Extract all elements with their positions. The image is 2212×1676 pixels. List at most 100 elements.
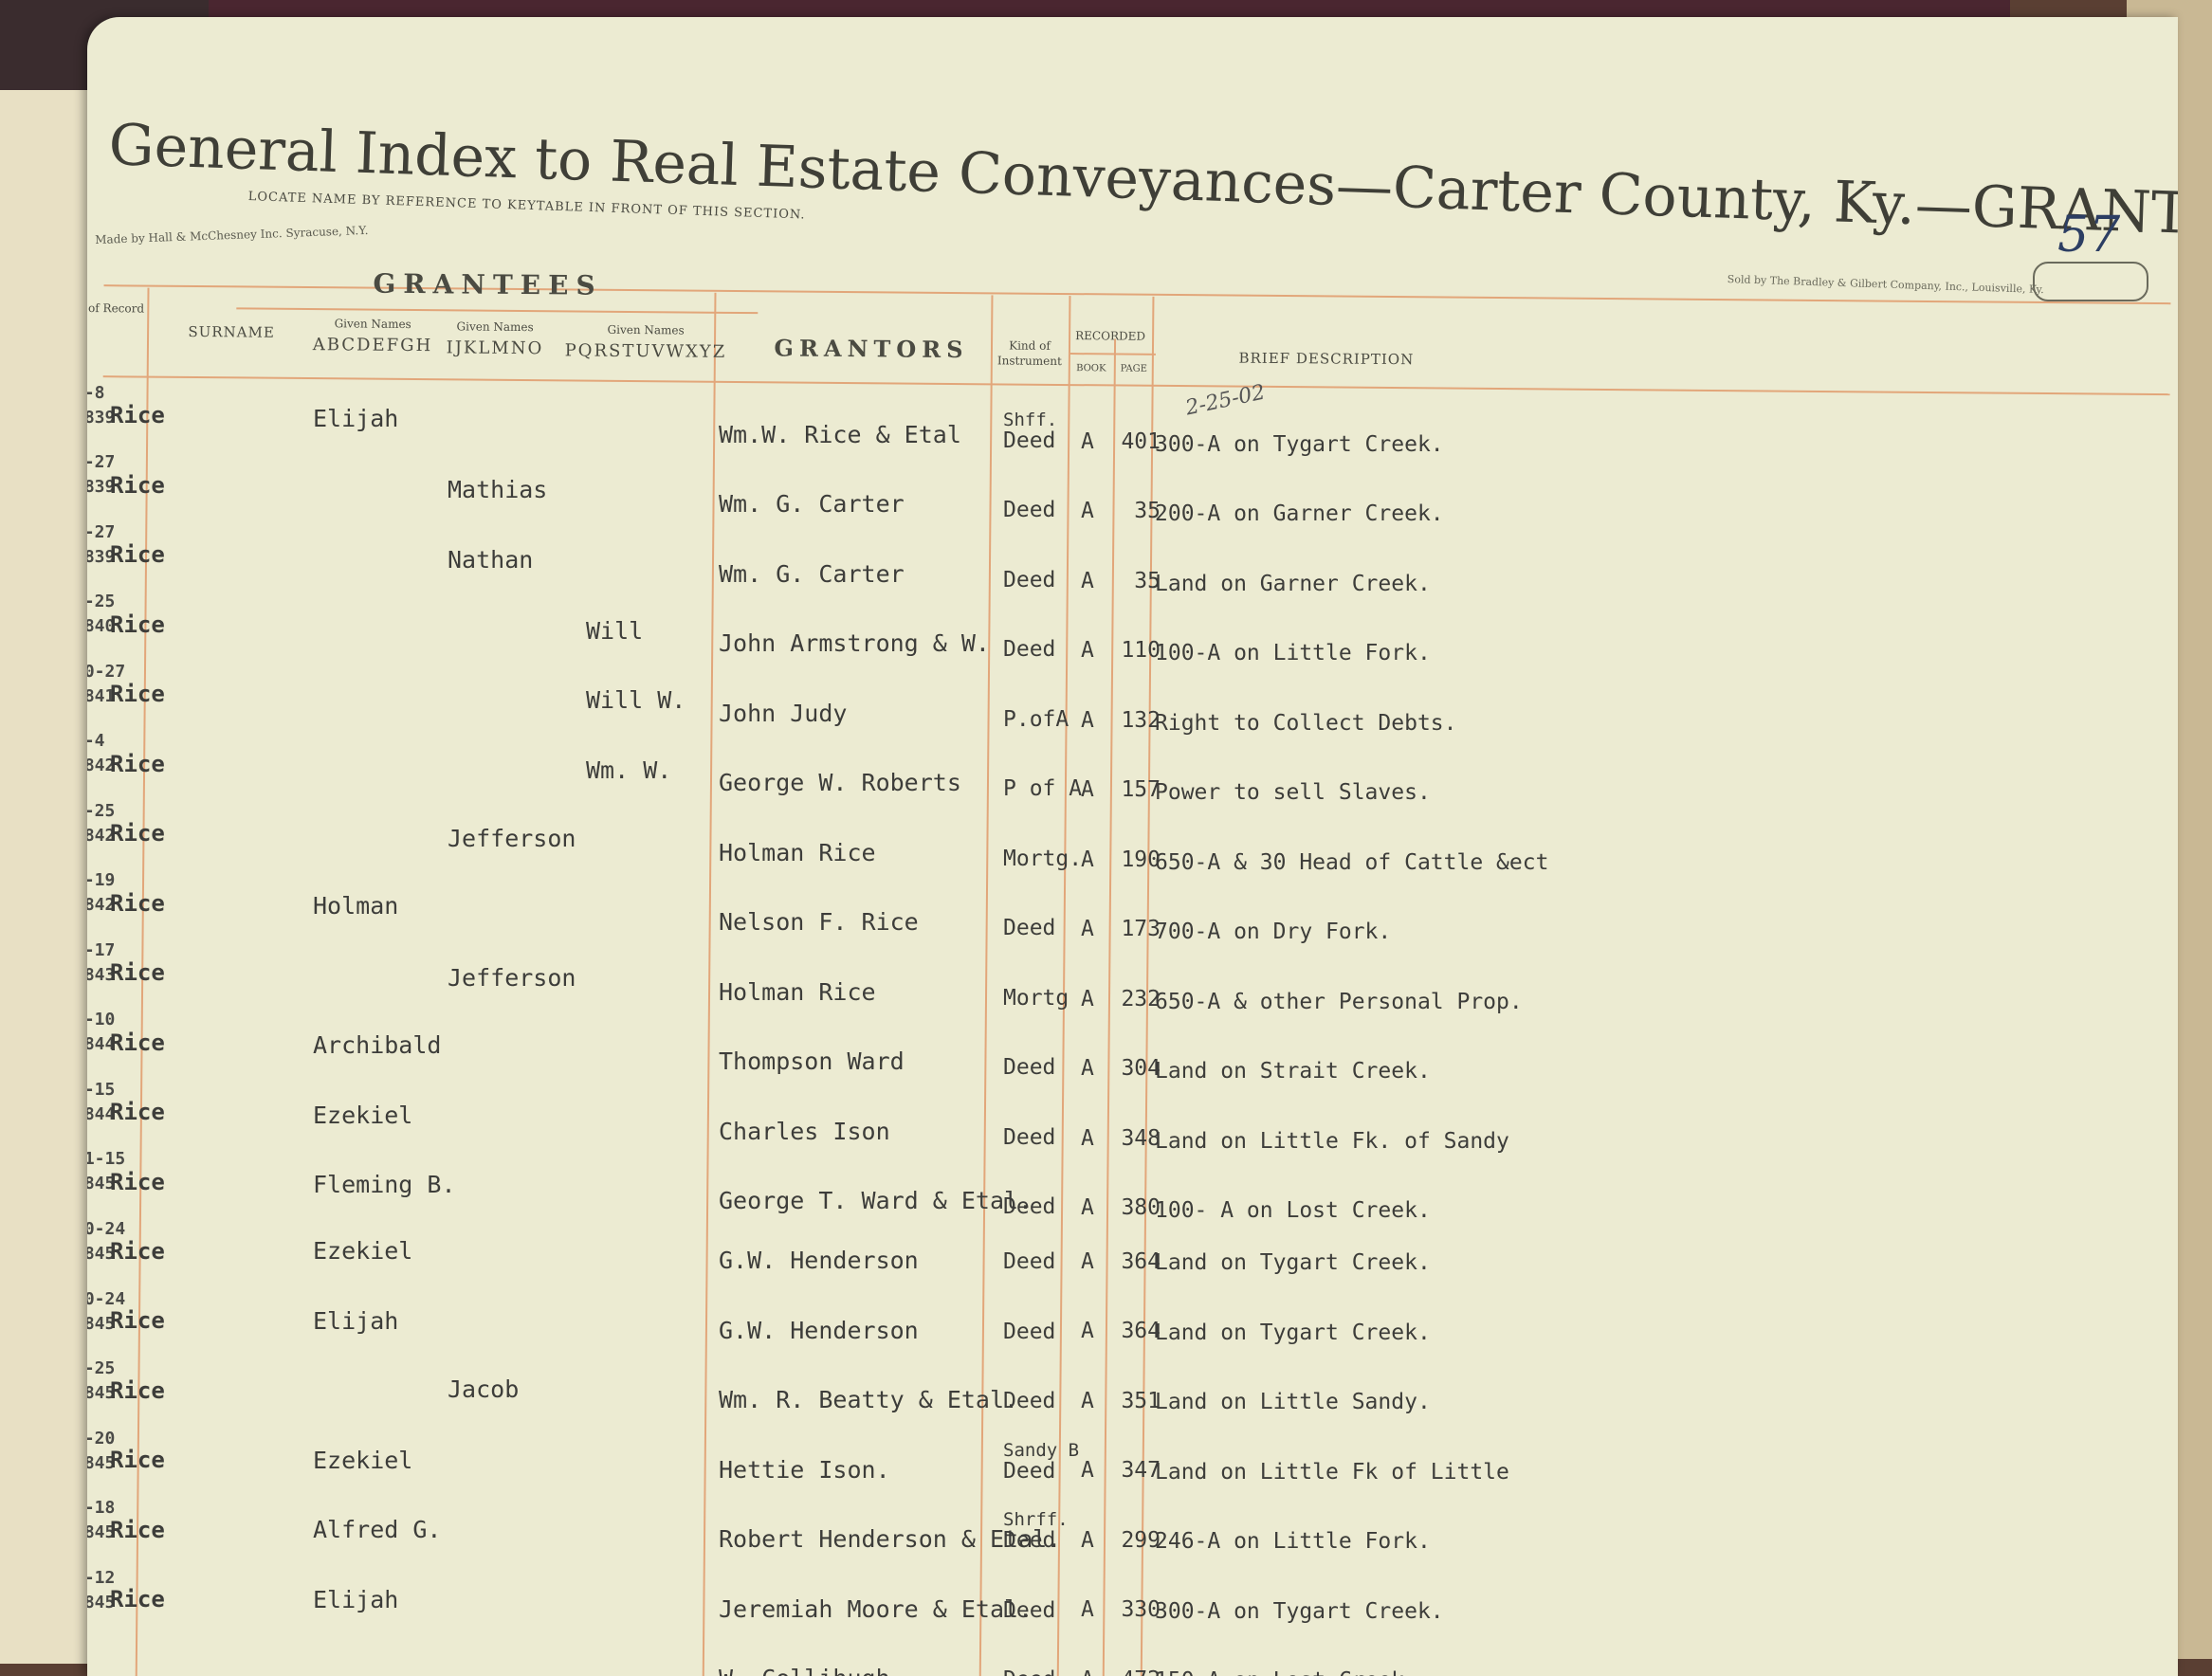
cell-kind: P of A bbox=[1003, 776, 1083, 802]
cell-given-b: Jacob bbox=[448, 1375, 520, 1404]
cell-page: 330 bbox=[1121, 1597, 1161, 1623]
ledger-rows: 4-81839RiceElijahWm.W. Rice & EtalShff.D… bbox=[87, 17, 2178, 1676]
cell-desc: 100-A on Little Fork. bbox=[1155, 641, 1431, 665]
cell-grantor: Wm. R. Beatty & Etal. bbox=[719, 1386, 1019, 1414]
table-row: 9-251845RiceJacobWm. R. Beatty & Etal.De… bbox=[87, 1358, 2178, 1438]
cell-surname: Rice bbox=[110, 1099, 165, 1126]
cell-desc: 650-A & 30 Head of Cattle &ect bbox=[1155, 849, 1549, 875]
cell-date-md: 6-10 bbox=[87, 1010, 116, 1030]
cell-date-md: 5-15 bbox=[87, 1079, 116, 1100]
cell-kind: Deed bbox=[1003, 567, 1056, 592]
cell-kind: Deed bbox=[1003, 498, 1056, 523]
cell-kind-top: Shrff. bbox=[1003, 1509, 1069, 1531]
table-row: 4-81839RiceElijahWm.W. Rice & EtalShff.D… bbox=[87, 383, 2178, 463]
cell-date-md: 4-17 bbox=[87, 939, 116, 960]
cell-book: A bbox=[1081, 638, 1094, 664]
cell-page: 472 bbox=[1104, 1667, 1161, 1676]
cell-given-a: Elijah bbox=[313, 1306, 399, 1335]
cell-page: 380 bbox=[1121, 1195, 1161, 1221]
cell-grantor: Holman Rice bbox=[719, 977, 876, 1006]
cell-date-md: 10-24 bbox=[87, 1219, 126, 1240]
cell-kind: Deed bbox=[1003, 1319, 1056, 1344]
cell-kind: P.ofA bbox=[1003, 706, 1069, 732]
cell-surname: Rice bbox=[110, 1376, 165, 1404]
table-row: 4-251842RiceJeffersonHolman RiceMortg.A1… bbox=[87, 801, 2178, 881]
cell-desc: 650-A & other Personal Prop. bbox=[1155, 989, 1523, 1014]
cell-date-md: 5-27 bbox=[87, 452, 116, 473]
cell-kind: Deed bbox=[1003, 916, 1056, 941]
cell-page: 110 bbox=[1121, 638, 1161, 664]
cell-book: A bbox=[1081, 1319, 1094, 1344]
cell-kind: Deed bbox=[1003, 1124, 1056, 1150]
ledger-page: General Index to Real Estate Conveyances… bbox=[87, 17, 2178, 1676]
cell-desc: 700-A on Dry Fork. bbox=[1155, 920, 1392, 944]
cell-grantor: Wm. G. Carter bbox=[719, 559, 905, 588]
cell-desc: 300-A on Tygart Creek. bbox=[1155, 1598, 1444, 1624]
cell-surname: Rice bbox=[110, 750, 165, 777]
cell-date-md: 11-15 bbox=[87, 1149, 126, 1170]
cell-grantor: W. Collihugh bbox=[719, 1665, 890, 1676]
table-row: 10-241845RiceElijahG.W. HendersonDeedA36… bbox=[87, 1289, 2178, 1369]
cell-date-md: 3-4 bbox=[87, 731, 105, 752]
cell-given-a: Fleming B. bbox=[313, 1171, 456, 1199]
cell-surname: Rice bbox=[110, 820, 165, 847]
cell-date-md: 9-20 bbox=[87, 1428, 116, 1448]
cell-date-md: 9-12 bbox=[87, 1567, 116, 1588]
cell-book: A bbox=[1081, 777, 1094, 803]
table-row: 9-201845RiceEzekielHettie Ison.Sandy BDe… bbox=[87, 1429, 2178, 1508]
cell-book: A bbox=[1081, 1056, 1094, 1082]
cell-surname: Rice bbox=[110, 681, 165, 708]
table-row: 9-121845RiceElijahJeremiah Moore & Etal.… bbox=[87, 1568, 2178, 1648]
cell-surname: Rice bbox=[110, 1586, 165, 1613]
cell-desc: Land on Little Fk of Little bbox=[1155, 1459, 1509, 1485]
cell-desc: Land on Tygart Creek. bbox=[1155, 1250, 1431, 1276]
cell-kind: Deed bbox=[1003, 637, 1056, 663]
cell-kind: Deed bbox=[1003, 1667, 1055, 1676]
cell-book: A bbox=[1081, 1527, 1094, 1553]
cell-grantor: Holman Rice bbox=[719, 838, 876, 866]
table-row: 6-101844RiceArchibaldThompson WardDeedA3… bbox=[87, 1010, 2178, 1090]
cell-book: A bbox=[1081, 707, 1094, 733]
cell-surname: Rice bbox=[110, 541, 165, 569]
cell-kind: Deed bbox=[1003, 1528, 1056, 1554]
cell-book: A bbox=[1081, 847, 1094, 872]
table-row: 5-271839RiceNathanWm. G. CarterDeedA35La… bbox=[87, 522, 2178, 602]
table-row: 5-151844RiceEzekielCharles IsonDeedA348L… bbox=[87, 1080, 2178, 1159]
cell-desc: Land on Strait Creek. bbox=[1155, 1059, 1431, 1084]
cell-desc: Land on Tygart Creek. bbox=[1155, 1320, 1431, 1345]
cell-surname: Rice bbox=[110, 610, 165, 638]
cell-given-a: Holman bbox=[313, 892, 399, 920]
cell-desc: 150-A on Lost Creek. bbox=[1155, 1668, 1417, 1676]
cell-given-a: Alfred G. bbox=[313, 1516, 442, 1544]
cell-surname: Rice bbox=[110, 1516, 165, 1543]
table-row: 3-41842RiceWm. W.George W. RobertsP of A… bbox=[87, 731, 2178, 811]
cell-page: 351 bbox=[1121, 1388, 1161, 1413]
cell-surname: Rice bbox=[110, 471, 165, 499]
cell-surname: Rice bbox=[110, 959, 165, 987]
cell-page: 35 bbox=[1134, 568, 1161, 593]
cell-grantor: John Judy bbox=[719, 699, 848, 727]
cell-page: 364 bbox=[1121, 1248, 1161, 1274]
cell-book: A bbox=[1081, 986, 1094, 1011]
cell-surname: Rice bbox=[110, 1237, 165, 1265]
cell-date-md: 8-19 bbox=[87, 870, 116, 891]
cell-surname: Rice bbox=[110, 1168, 165, 1195]
table-row: 4-171843RiceJeffersonHolman RiceMortgA23… bbox=[87, 940, 2178, 1020]
cell-date-md: 4-8 bbox=[87, 382, 105, 403]
cell-surname: Rice bbox=[110, 402, 165, 429]
cell-grantor: Hettie Ison. bbox=[719, 1455, 890, 1484]
cell-kind-top: Sandy B bbox=[1003, 1439, 1080, 1461]
cell-desc: Right to Collect Debts. bbox=[1155, 710, 1457, 736]
cell-book: A bbox=[1081, 1597, 1094, 1623]
cell-desc: 100- A on Lost Creek. bbox=[1155, 1198, 1431, 1223]
cell-book: A bbox=[1081, 1667, 1094, 1676]
cell-grantor: George T. Ward & Etal. bbox=[719, 1187, 1033, 1215]
table-row: 7-181845RiceAlfred G.Robert Henderson & … bbox=[87, 1498, 2178, 1577]
table-row: 10-241845RiceEzekielG.W. HendersonDeedA3… bbox=[87, 1219, 2178, 1299]
cell-page: 401 bbox=[1121, 428, 1161, 454]
cell-page: 190 bbox=[1121, 847, 1161, 872]
cell-page: 173 bbox=[1121, 917, 1161, 942]
cell-desc: 246-A on Little Fork. bbox=[1155, 1529, 1431, 1555]
cell-date-md: 9-25 bbox=[87, 1358, 116, 1379]
cell-date-md: 10-27 bbox=[87, 661, 126, 682]
